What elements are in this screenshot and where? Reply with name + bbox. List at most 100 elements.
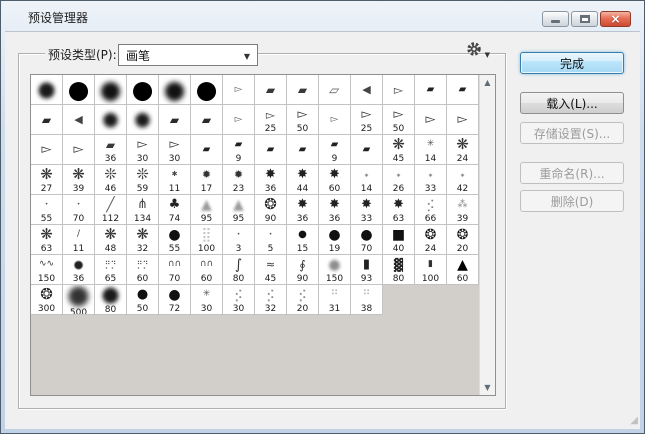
brush-cell[interactable]: ⡪20 <box>287 285 319 315</box>
brush-cell[interactable]: ❊46 <box>95 165 127 195</box>
scroll-down-button[interactable]: ▼ <box>480 380 495 395</box>
brush-cell[interactable]: ✸60 <box>319 165 351 195</box>
brush-cell[interactable]: ⁎33 <box>415 165 447 195</box>
brush-cell[interactable]: ⁂39 <box>447 195 479 225</box>
brush-cell[interactable]: ▻ <box>415 105 447 135</box>
brush-cell[interactable]: ● <box>95 105 127 135</box>
brush-cell[interactable]: ⡪66 <box>415 195 447 225</box>
brush-cell[interactable]: ❂300 <box>31 285 63 315</box>
brush-cell[interactable]: ▰ <box>287 135 319 165</box>
brush-cell[interactable]: ∿∿150 <box>31 255 63 285</box>
brush-cell[interactable]: ❊59 <box>127 165 159 195</box>
brush-cell[interactable]: ❋32 <box>127 225 159 255</box>
resize-grip[interactable]: ◢ <box>626 415 638 427</box>
brush-cell[interactable]: ✸33 <box>351 195 383 225</box>
brush-cell[interactable]: ⋔134 <box>127 195 159 225</box>
brush-cell[interactable]: ●50 <box>127 285 159 315</box>
brush-cell[interactable]: ● <box>63 75 95 105</box>
preset-menu-button[interactable]: ▼ <box>466 41 488 59</box>
brush-cell[interactable]: ∩∩60 <box>191 255 223 285</box>
brush-cell[interactable]: ● <box>159 75 191 105</box>
brush-cell[interactable]: ∮90 <box>287 255 319 285</box>
brush-cell[interactable]: ▻ <box>223 105 255 135</box>
brush-cell[interactable]: ▰ <box>255 75 287 105</box>
brush-cell[interactable]: ▰ <box>191 105 223 135</box>
brush-cell[interactable]: ✸36 <box>255 165 287 195</box>
brush-cell[interactable]: ♣74 <box>159 195 191 225</box>
brush-cell[interactable]: ⠛31 <box>319 285 351 315</box>
brush-cell[interactable]: ⠛38 <box>351 285 383 315</box>
brush-cell[interactable]: ●80 <box>95 285 127 315</box>
brush-cell[interactable]: ▰ <box>351 135 383 165</box>
brush-cell[interactable]: ❂24 <box>415 225 447 255</box>
brush-cell[interactable]: ❋27 <box>31 165 63 195</box>
brush-cell[interactable]: ●55 <box>159 225 191 255</box>
brush-cell[interactable]: ▰ <box>191 135 223 165</box>
brush-cell[interactable]: ▓80 <box>383 255 415 285</box>
brush-cell[interactable]: ▻30 <box>127 135 159 165</box>
brush-cell[interactable]: ▰ <box>255 135 287 165</box>
brush-cell[interactable]: ▲95 <box>223 195 255 225</box>
done-button[interactable]: 完成 <box>520 52 624 74</box>
brush-cell[interactable]: ●72 <box>159 285 191 315</box>
brush-cell[interactable]: ◀ <box>351 75 383 105</box>
brush-cell[interactable]: ✹23 <box>223 165 255 195</box>
load-button[interactable]: 载入(L)... <box>520 92 624 114</box>
brush-cell[interactable]: ▻ <box>383 75 415 105</box>
brush-cell[interactable]: ∫80 <box>223 255 255 285</box>
brush-cell[interactable]: ●36 <box>63 255 95 285</box>
brush-cell[interactable]: ● <box>127 105 159 135</box>
brush-cell[interactable]: ▰9 <box>223 135 255 165</box>
brush-cell[interactable]: ❂90 <box>255 195 287 225</box>
titlebar[interactable]: 预设管理器 × <box>1 1 644 31</box>
brush-cell[interactable]: ✸63 <box>383 195 415 225</box>
brush-cell[interactable]: ⁎42 <box>447 165 479 195</box>
brush-cell[interactable]: ✹17 <box>191 165 223 195</box>
brush-cell[interactable]: •3 <box>223 225 255 255</box>
brush-cell[interactable]: •70 <box>63 195 95 225</box>
brush-cell[interactable]: ⣿100 <box>191 225 223 255</box>
brush-cell[interactable]: ▰ <box>447 75 479 105</box>
close-button[interactable]: × <box>600 11 631 27</box>
brush-cell[interactable]: ▰ <box>415 75 447 105</box>
brush-cell[interactable]: ⁎26 <box>383 165 415 195</box>
brush-cell[interactable]: ⡛⡙65 <box>95 255 127 285</box>
brush-cell[interactable]: ▻25 <box>255 105 287 135</box>
brush-cell[interactable]: ●70 <box>351 225 383 255</box>
brush-cell[interactable]: ▲60 <box>447 255 479 285</box>
brush-cell[interactable]: ▻25 <box>351 105 383 135</box>
brush-cell[interactable]: ∩∩70 <box>159 255 191 285</box>
brush-cell[interactable]: ▰ <box>31 105 63 135</box>
brush-cell[interactable]: ❋63 <box>31 225 63 255</box>
brush-cell[interactable]: ❋48 <box>95 225 127 255</box>
brush-cell[interactable]: •55 <box>31 195 63 225</box>
brush-cell[interactable]: ≈45 <box>255 255 287 285</box>
brush-cell[interactable]: ▰9 <box>319 135 351 165</box>
brush-cell[interactable]: ⡛⡙60 <box>127 255 159 285</box>
brush-cell[interactable]: ✱11 <box>159 165 191 195</box>
brush-cell[interactable]: ❋24 <box>447 135 479 165</box>
brush-cell[interactable]: ❋45 <box>383 135 415 165</box>
brush-cell[interactable]: ● <box>191 75 223 105</box>
minimize-button[interactable] <box>542 11 569 27</box>
brush-cell[interactable]: ●150 <box>319 255 351 285</box>
delete-button[interactable]: 删除(D) <box>520 190 624 212</box>
brush-cell[interactable]: ✳14 <box>415 135 447 165</box>
brush-cell[interactable]: ● <box>31 75 63 105</box>
brush-cell[interactable]: ▻ <box>223 75 255 105</box>
brush-cell[interactable]: ❋39 <box>63 165 95 195</box>
brush-cell[interactable]: ▮100 <box>415 255 447 285</box>
save-set-button[interactable]: 存储设置(S)... <box>520 122 624 144</box>
brush-cell[interactable]: ❂20 <box>447 225 479 255</box>
brush-cell[interactable]: ∕11 <box>63 225 95 255</box>
brush-cell[interactable]: ● <box>127 75 159 105</box>
scrollbar[interactable]: ▲ ▼ <box>479 75 495 395</box>
brush-cell[interactable]: ▰36 <box>95 135 127 165</box>
brush-cell[interactable]: ▱ <box>319 75 351 105</box>
brush-cell[interactable]: ⡪30 <box>223 285 255 315</box>
brush-cell[interactable]: ▲95 <box>191 195 223 225</box>
preset-type-dropdown[interactable]: 画笔 ▼ <box>118 44 258 66</box>
scroll-up-button[interactable]: ▲ <box>480 75 495 90</box>
brush-cell[interactable]: ✸36 <box>287 195 319 225</box>
brush-cell[interactable]: ⁎14 <box>351 165 383 195</box>
